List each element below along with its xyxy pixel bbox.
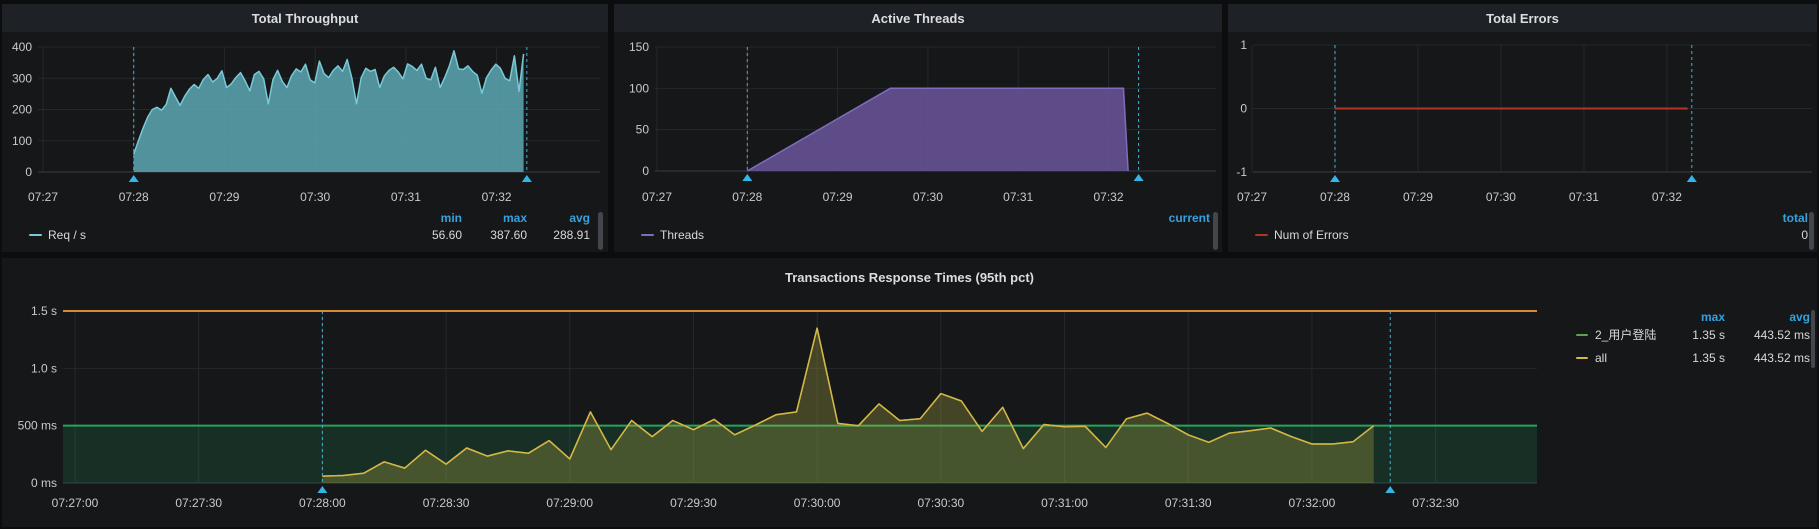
series-color-dash	[1576, 334, 1588, 336]
legend-header-max[interactable]: max	[1645, 309, 1725, 325]
svg-text:1.0 s: 1.0 s	[31, 361, 57, 375]
svg-text:-1: -1	[1236, 165, 1247, 179]
svg-text:07:31: 07:31	[1569, 190, 1599, 204]
svg-text:07:29: 07:29	[823, 190, 853, 204]
svg-text:07:29: 07:29	[209, 190, 239, 204]
svg-text:07:32:30: 07:32:30	[1412, 496, 1459, 510]
svg-text:07:29:30: 07:29:30	[670, 496, 717, 510]
svg-text:0 ms: 0 ms	[31, 476, 57, 490]
legend-value-max: 1.35 s	[1692, 351, 1725, 365]
panel-total-errors: Total Errors 1 0 -1 07:27 07:28 07:29 07:30 07:…	[1228, 4, 1817, 252]
legend-value-max: 1.35 s	[1692, 328, 1725, 342]
legend-scrollbar[interactable]	[1809, 212, 1814, 250]
legend-series-threads[interactable]: Threads	[660, 227, 704, 243]
svg-text:1.5 s: 1.5 s	[31, 304, 57, 318]
legend-scrollbar[interactable]	[1811, 310, 1815, 368]
legend-value-avg: 443.52 ms	[1753, 351, 1810, 365]
legend-scrollbar[interactable]	[598, 212, 603, 250]
svg-text:07:32:00: 07:32:00	[1289, 496, 1336, 510]
legend-header-avg[interactable]: avg	[1730, 309, 1810, 325]
svg-text:07:27:00: 07:27:00	[52, 496, 99, 510]
svg-text:07:28: 07:28	[732, 190, 762, 204]
svg-text:07:30: 07:30	[913, 190, 943, 204]
errors-chart[interactable]: 1 0 -1 07:27 07:28 07:29 07:30 07:31 07:32	[1228, 4, 1817, 252]
svg-text:1: 1	[1240, 38, 1247, 52]
legend-header-avg[interactable]: avg	[528, 210, 590, 226]
panel-active-threads: Active Threads 150 100 50 0 07:27 07:28 07:29 0…	[614, 4, 1222, 252]
svg-text:07:28:30: 07:28:30	[423, 496, 470, 510]
svg-text:0: 0	[25, 165, 32, 179]
svg-text:0: 0	[642, 164, 649, 178]
svg-text:400: 400	[12, 40, 32, 54]
svg-text:07:30: 07:30	[1486, 190, 1516, 204]
svg-text:07:28:00: 07:28:00	[299, 496, 346, 510]
svg-text:07:27: 07:27	[642, 190, 672, 204]
svg-text:300: 300	[12, 71, 32, 85]
svg-text:07:30:00: 07:30:00	[794, 496, 841, 510]
legend-header-min[interactable]: min	[400, 210, 462, 226]
legend-header-current[interactable]: current	[1134, 210, 1210, 226]
series-color-dash	[641, 234, 654, 236]
svg-text:07:31:30: 07:31:30	[1165, 496, 1212, 510]
threads-chart[interactable]: 150 100 50 0 07:27 07:28 07:29 07:30 07:31 07:32	[614, 4, 1222, 252]
svg-text:07:31: 07:31	[1003, 190, 1033, 204]
legend-value-min: 56.60	[431, 228, 462, 242]
svg-text:07:27: 07:27	[28, 190, 58, 204]
legend-value-max: 387.60	[490, 228, 527, 242]
response-times-chart[interactable]: 1.5 s 1.0 s 500 ms 0 ms 07:27:00 07:27:30 07:2…	[2, 258, 1817, 527]
svg-text:07:28: 07:28	[119, 190, 149, 204]
svg-text:07:27:30: 07:27:30	[175, 496, 222, 510]
svg-text:07:31:00: 07:31:00	[1041, 496, 1088, 510]
svg-text:500 ms: 500 ms	[18, 419, 57, 433]
legend-value-avg: 443.52 ms	[1753, 328, 1810, 342]
panel-title: Total Errors	[1486, 10, 1559, 26]
panel-title: Transactions Response Times (95th pct)	[785, 270, 1034, 285]
svg-text:07:27: 07:27	[1237, 190, 1267, 204]
svg-text:100: 100	[12, 134, 32, 148]
legend-series-reqs[interactable]: Req / s	[48, 227, 86, 243]
panel-response-times: Transactions Response Times (95th pct) 1…	[2, 258, 1817, 527]
svg-text:07:30:30: 07:30:30	[917, 496, 964, 510]
grafana-dashboard: { "time_base": "07:27:00", "panels": { "…	[0, 0, 1819, 529]
legend-header-total[interactable]: total	[1732, 210, 1808, 226]
series-color-dash	[1255, 234, 1268, 236]
legend-header-max[interactable]: max	[463, 210, 527, 226]
panel-title: Total Throughput	[251, 10, 359, 26]
svg-text:150: 150	[629, 40, 649, 54]
svg-text:50: 50	[636, 123, 650, 137]
svg-text:100: 100	[629, 81, 649, 95]
svg-text:07:30: 07:30	[300, 190, 330, 204]
legend-value-avg: 288.91	[553, 228, 590, 242]
legend-scrollbar[interactable]	[1213, 212, 1218, 250]
panel-header[interactable]: Active Threads	[614, 4, 1222, 32]
svg-text:07:32: 07:32	[1652, 190, 1682, 204]
legend-value-total: 0	[1801, 228, 1808, 242]
panel-title: Active Threads	[871, 10, 965, 26]
legend-series-errors[interactable]: Num of Errors	[1274, 227, 1349, 243]
svg-text:07:32: 07:32	[1093, 190, 1123, 204]
panel-header[interactable]: Total Errors	[1228, 4, 1817, 32]
svg-text:07:32: 07:32	[482, 190, 512, 204]
series-color-dash	[1576, 357, 1588, 359]
panel-header[interactable]: Total Throughput	[2, 4, 608, 32]
panel-total-throughput: Total Throughput 400 300 200 100 0 07:27 07:28…	[2, 4, 608, 252]
svg-text:0: 0	[1240, 102, 1247, 116]
svg-text:200: 200	[12, 103, 32, 117]
svg-text:07:29: 07:29	[1403, 190, 1433, 204]
series-color-dash	[29, 234, 42, 236]
svg-text:07:29:00: 07:29:00	[546, 496, 593, 510]
svg-text:07:31: 07:31	[391, 190, 421, 204]
svg-text:07:28: 07:28	[1320, 190, 1350, 204]
